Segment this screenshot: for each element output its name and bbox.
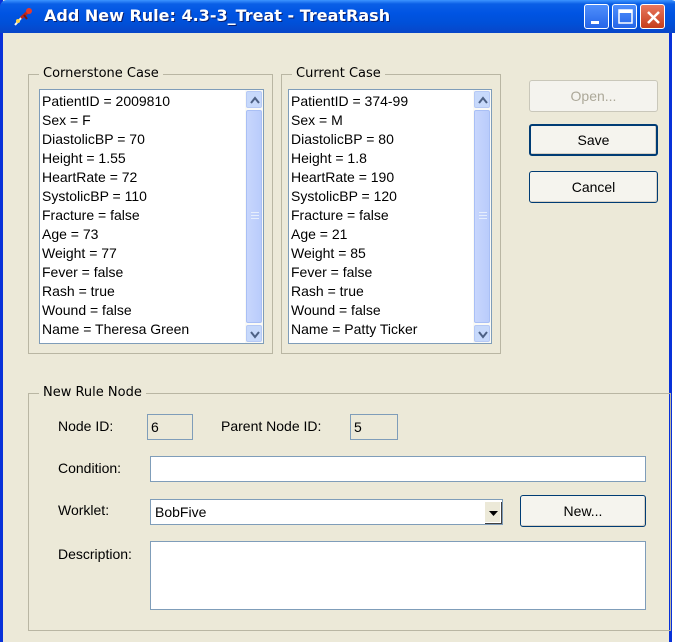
scroll-down-button[interactable] — [474, 325, 490, 342]
description-label: Description: — [58, 546, 132, 562]
list-item[interactable]: Age = 21 — [291, 225, 417, 244]
app-icon — [14, 8, 32, 26]
cancel-button[interactable]: Cancel — [529, 171, 658, 203]
list-item[interactable]: Sex = F — [42, 111, 189, 130]
worklet-value: BobFive — [155, 504, 207, 520]
scroll-down-button[interactable] — [246, 325, 262, 342]
list-item[interactable]: Rash = true — [42, 282, 189, 301]
cornerstone-case-label: Cornerstone Case — [39, 66, 163, 81]
condition-label: Condition: — [58, 460, 122, 476]
worklet-label: Worklet: — [58, 502, 110, 518]
list-item[interactable]: Age = 73 — [42, 225, 189, 244]
condition-input[interactable] — [150, 456, 646, 482]
current-case-items: PatientID = 374-99 Sex = M DiastolicBP = 8… — [291, 92, 417, 339]
current-case-group: Current Case PatientID = 374-99 Sex = M Di… — [281, 66, 501, 354]
chevron-down-icon — [478, 331, 488, 339]
open-button[interactable]: Open... — [529, 80, 658, 112]
list-item[interactable]: Rash = true — [291, 282, 417, 301]
current-case-list[interactable]: PatientID = 374-99 Sex = M DiastolicBP = 8… — [288, 89, 492, 344]
list-item[interactable]: HeartRate = 72 — [42, 168, 189, 187]
list-item[interactable]: DiastolicBP = 80 — [291, 130, 417, 149]
worklet-select[interactable]: BobFive — [150, 499, 503, 525]
list-item[interactable]: Weight = 77 — [42, 244, 189, 263]
scroll-up-button[interactable] — [474, 91, 490, 108]
list-item[interactable]: Height = 1.8 — [291, 149, 417, 168]
list-item[interactable]: Fracture = false — [291, 206, 417, 225]
list-item[interactable]: SystolicBP = 120 — [291, 187, 417, 206]
minimize-icon — [591, 21, 599, 24]
scroll-up-button[interactable] — [246, 91, 262, 108]
parent-node-id-label: Parent Node ID: — [221, 418, 322, 434]
list-item[interactable]: PatientID = 2009810 — [42, 92, 189, 111]
list-item[interactable]: Wound = false — [291, 301, 417, 320]
list-item[interactable]: HeartRate = 190 — [291, 168, 417, 187]
scroll-thumb[interactable] — [474, 110, 490, 323]
list-item[interactable]: Wound = false — [42, 301, 189, 320]
worklet-dropdown-button[interactable] — [484, 501, 501, 523]
description-textarea[interactable] — [150, 541, 646, 610]
chevron-down-icon — [250, 331, 260, 339]
current-case-label: Current Case — [292, 66, 385, 81]
node-id-label: Node ID: — [58, 418, 114, 434]
parent-node-id-field: 5 — [350, 414, 398, 440]
add-new-rule-dialog: Add New Rule: 4.3-3_Treat - TreatRash Co… — [0, 0, 675, 642]
scroll-thumb[interactable] — [246, 110, 262, 323]
close-icon — [647, 11, 660, 24]
node-id-field: 6 — [147, 414, 193, 440]
list-item[interactable]: Fracture = false — [42, 206, 189, 225]
list-item[interactable]: Name = Theresa Green — [42, 320, 189, 339]
list-item[interactable]: Height = 1.55 — [42, 149, 189, 168]
cornerstone-case-list[interactable]: PatientID = 2009810 Sex = F DiastolicBP = … — [39, 89, 264, 344]
new-rule-node-label: New Rule Node — [39, 385, 146, 400]
list-item[interactable]: PatientID = 374-99 — [291, 92, 417, 111]
close-button[interactable] — [640, 4, 665, 29]
list-item[interactable]: SystolicBP = 110 — [42, 187, 189, 206]
minimize-button[interactable] — [584, 4, 609, 29]
maximize-button[interactable] — [612, 4, 637, 29]
maximize-icon — [618, 9, 633, 24]
dropdown-arrow-icon — [489, 511, 498, 516]
list-item[interactable]: Weight = 85 — [291, 244, 417, 263]
title-bar[interactable]: Add New Rule: 4.3-3_Treat - TreatRash — [0, 0, 675, 33]
cornerstone-scrollbar[interactable] — [245, 90, 263, 343]
new-worklet-button[interactable]: New... — [520, 495, 646, 527]
list-item[interactable]: Fever = false — [291, 263, 417, 282]
chevron-up-icon — [250, 96, 260, 104]
list-item[interactable]: Name = Patty Ticker — [291, 320, 417, 339]
window-title: Add New Rule: 4.3-3_Treat - TreatRash — [44, 6, 391, 25]
current-case-scrollbar[interactable] — [473, 90, 491, 343]
list-item[interactable]: Fever = false — [42, 263, 189, 282]
save-button[interactable]: Save — [529, 124, 658, 156]
cornerstone-case-items: PatientID = 2009810 Sex = F DiastolicBP = … — [42, 92, 189, 339]
cornerstone-case-group: Cornerstone Case PatientID = 2009810 Sex … — [28, 66, 273, 354]
list-item[interactable]: DiastolicBP = 70 — [42, 130, 189, 149]
chevron-up-icon — [478, 96, 488, 104]
list-item[interactable]: Sex = M — [291, 111, 417, 130]
